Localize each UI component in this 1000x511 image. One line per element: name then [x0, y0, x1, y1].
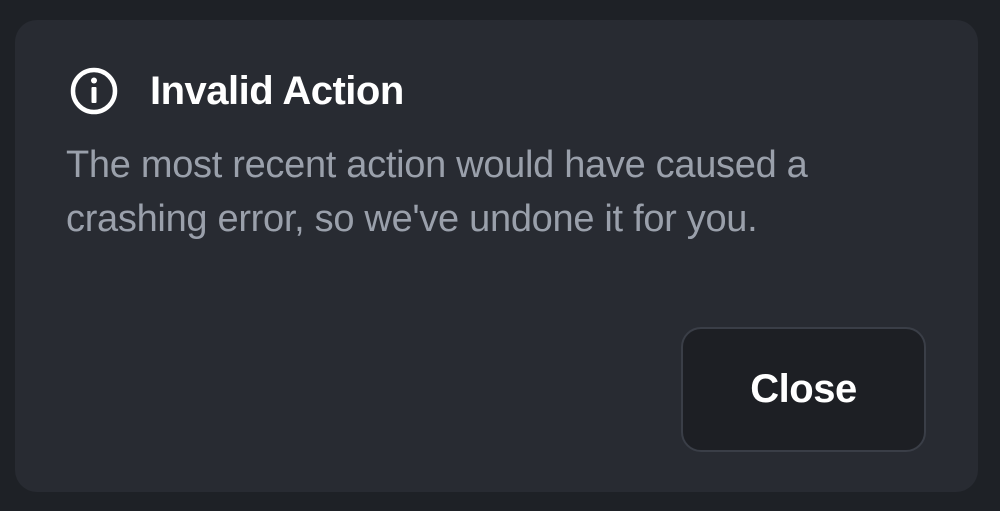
dialog-message: The most recent action would have caused… [66, 144, 808, 240]
dialog-header: Invalid Action [68, 67, 404, 115]
invalid-action-dialog: Invalid Action The most recent action wo… [15, 20, 978, 492]
info-circle-icon [68, 65, 120, 117]
close-button[interactable]: Close [681, 327, 926, 452]
dialog-title: Invalid Action [150, 69, 404, 113]
